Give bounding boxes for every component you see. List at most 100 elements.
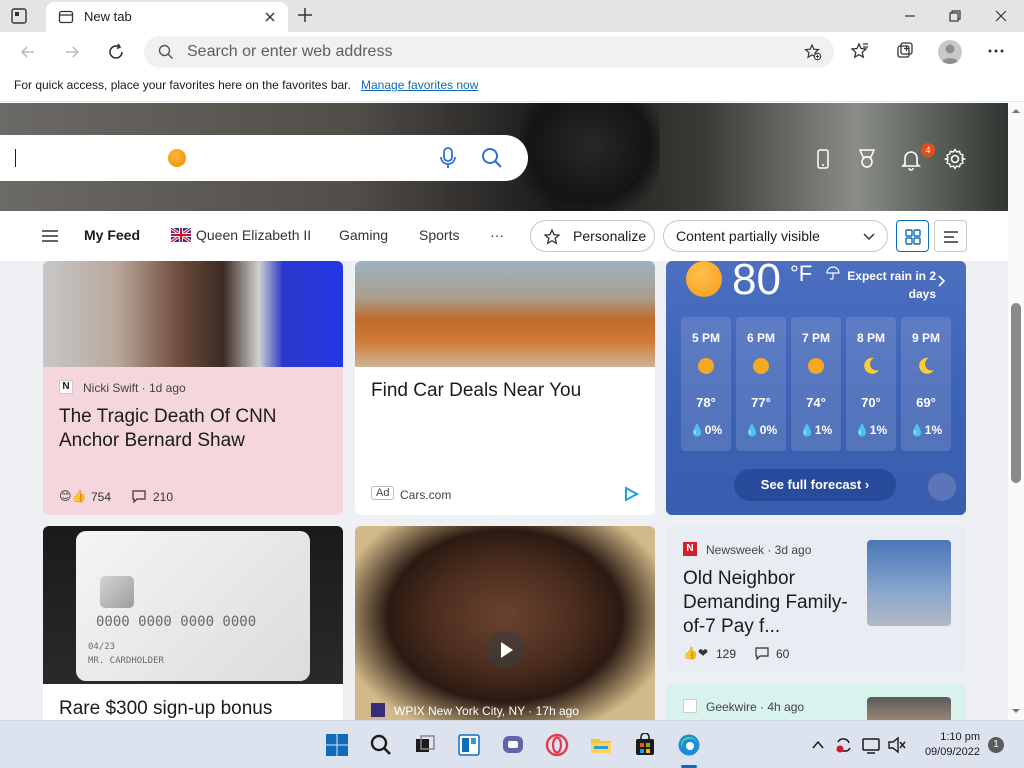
- personalize-button[interactable]: Personalize: [530, 220, 655, 252]
- address-input[interactable]: [187, 42, 747, 62]
- windows-start-icon[interactable]: [325, 733, 349, 757]
- tab-actions-icon[interactable]: [10, 7, 28, 25]
- mobile-icon[interactable]: [811, 147, 835, 171]
- news-card-shaw[interactable]: N Nicki Swift · 1d ago The Tragic Death …: [43, 261, 343, 515]
- tab-queen-elizabeth[interactable]: Queen Elizabeth II: [196, 227, 311, 243]
- more-topics-button[interactable]: ···: [490, 227, 504, 243]
- news-headline[interactable]: The Tragic Death Of CNN Anchor Bernard S…: [59, 405, 329, 453]
- teams-chat-icon[interactable]: [501, 733, 525, 757]
- comment-count: 210: [153, 490, 174, 504]
- scroll-down-icon[interactable]: [1012, 707, 1020, 715]
- play-icon[interactable]: [485, 630, 525, 670]
- news-card-bonus[interactable]: 0000 0000 0000 0000 04/23 MR. CARDHOLDER…: [43, 526, 343, 720]
- web-search-box[interactable]: [0, 135, 528, 181]
- browser-toolbar: [0, 32, 1024, 72]
- list-view-button[interactable]: [934, 220, 967, 252]
- newsweek-logo-icon: N: [683, 542, 697, 556]
- task-view-icon[interactable]: [413, 733, 437, 757]
- ad-choices-icon[interactable]: [622, 485, 640, 503]
- see-full-forecast-button[interactable]: See full forecast ›: [734, 469, 896, 501]
- hourly-forecast: 9 PM 69° 💧1%: [901, 317, 951, 451]
- opera-icon[interactable]: [545, 733, 569, 757]
- search-submit-icon[interactable]: [480, 146, 504, 170]
- news-headline[interactable]: Old Neighbor Demanding Family-of-7 Pay f…: [683, 567, 858, 639]
- notifications-bell-icon[interactable]: [899, 147, 923, 171]
- browser-tab[interactable]: New tab: [46, 2, 288, 32]
- hour-precip: 💧1%: [854, 423, 888, 437]
- close-tab-icon[interactable]: [262, 9, 278, 25]
- more-options-icon[interactable]: [986, 41, 1006, 61]
- temperature-unit[interactable]: °F: [790, 261, 812, 287]
- weather-avatar[interactable]: [928, 473, 956, 501]
- microphone-icon[interactable]: [438, 146, 458, 170]
- system-clock[interactable]: 1:10 pm 09/09/2022: [912, 730, 980, 760]
- favorites-icon[interactable]: [850, 41, 870, 61]
- comment-icon[interactable]: [131, 488, 147, 504]
- new-tab-icon: [58, 10, 74, 24]
- edge-browser-icon[interactable]: [677, 733, 701, 757]
- moon-icon: [864, 357, 879, 374]
- microsoft-store-icon[interactable]: [633, 733, 657, 757]
- news-card-neighbor[interactable]: N Newsweek · 3d ago Old Neighbor Demandi…: [666, 526, 966, 673]
- add-tab-icon[interactable]: [296, 6, 314, 24]
- text-caret: [15, 149, 16, 167]
- personalize-label: Personalize: [573, 228, 647, 244]
- restore-icon[interactable]: [945, 6, 965, 26]
- volume-muted-icon[interactable]: [886, 735, 906, 755]
- video-card-wpix[interactable]: WPIX New York City, NY · 17h ago: [355, 526, 655, 720]
- weather-card[interactable]: 80 °F Expect rain in 2 days 5 PM 78° 💧0%…: [666, 261, 966, 515]
- moon-icon: [919, 357, 934, 374]
- reaction-emoji-icon[interactable]: 😊👍: [59, 489, 86, 503]
- scroll-up-icon[interactable]: [1012, 107, 1020, 115]
- refresh-icon[interactable]: [106, 42, 126, 62]
- chip-icon: [100, 576, 134, 608]
- add-favorite-icon[interactable]: [804, 43, 822, 61]
- ad-headline[interactable]: Find Car Deals Near You: [371, 379, 641, 403]
- card-holder: MR. CARDHOLDER: [88, 656, 164, 666]
- news-card-geekwire[interactable]: Geekwire · 4h ago: [666, 683, 966, 720]
- rewards-icon[interactable]: [855, 147, 879, 171]
- scrollbar-thumb[interactable]: [1011, 303, 1021, 483]
- reaction-emoji-icon[interactable]: 👍❤: [683, 646, 708, 660]
- collections-icon[interactable]: [895, 41, 915, 61]
- notification-center-badge[interactable]: 1: [988, 737, 1004, 753]
- profile-avatar[interactable]: [938, 40, 962, 64]
- news-headline[interactable]: Rare $300 sign-up bonus: [59, 697, 329, 720]
- close-window-icon[interactable]: [991, 6, 1011, 26]
- news-photo: [43, 261, 343, 367]
- address-bar[interactable]: [144, 36, 834, 68]
- minimize-icon[interactable]: [900, 6, 920, 26]
- chevron-right-icon[interactable]: [936, 274, 946, 288]
- back-icon[interactable]: [18, 42, 38, 62]
- manage-favorites-link[interactable]: Manage favorites now: [361, 78, 478, 92]
- page-scrollbar[interactable]: [1008, 103, 1024, 720]
- comment-icon[interactable]: [754, 645, 770, 661]
- settings-gear-icon[interactable]: [943, 147, 967, 171]
- tab-gaming[interactable]: Gaming: [339, 227, 388, 243]
- wpix-logo-icon: [371, 703, 385, 717]
- ad-card-cars[interactable]: Find Car Deals Near You Ad Cars.com: [355, 261, 655, 515]
- sync-alert-icon[interactable]: [834, 735, 854, 755]
- widgets-icon[interactable]: [457, 733, 481, 757]
- news-thumbnail: [867, 697, 951, 720]
- hour-temp: 69°: [916, 395, 936, 410]
- tab-sports[interactable]: Sports: [419, 227, 459, 243]
- content-visibility-dropdown[interactable]: Content partially visible: [663, 220, 888, 252]
- hour-time: 7 PM: [801, 331, 830, 345]
- grid-view-button[interactable]: [896, 220, 929, 252]
- network-icon[interactable]: [861, 735, 881, 755]
- show-hidden-icons-chevron-icon[interactable]: [811, 738, 825, 752]
- new-tab-page: 4 My Feed Queen Elizabeth II Gaming Spor…: [0, 103, 1008, 720]
- hour-temp: 77°: [751, 395, 771, 410]
- credit-card-photo: 0000 0000 0000 0000 04/23 MR. CARDHOLDER: [43, 526, 343, 684]
- hour-precip: 💧1%: [909, 423, 943, 437]
- taskbar-search-icon[interactable]: [369, 733, 393, 757]
- nicki-swift-logo-icon: N: [59, 380, 73, 394]
- rain-forecast-note[interactable]: Expect rain in 2 days: [826, 267, 936, 303]
- favorites-bar-message: For quick access, place your favorites h…: [14, 78, 351, 92]
- news-source: Geekwire · 4h ago: [706, 700, 805, 714]
- file-explorer-icon[interactable]: [589, 733, 613, 757]
- menu-hamburger-icon[interactable]: [40, 228, 60, 244]
- forward-icon[interactable]: [62, 42, 82, 62]
- tab-my-feed[interactable]: My Feed: [84, 227, 140, 243]
